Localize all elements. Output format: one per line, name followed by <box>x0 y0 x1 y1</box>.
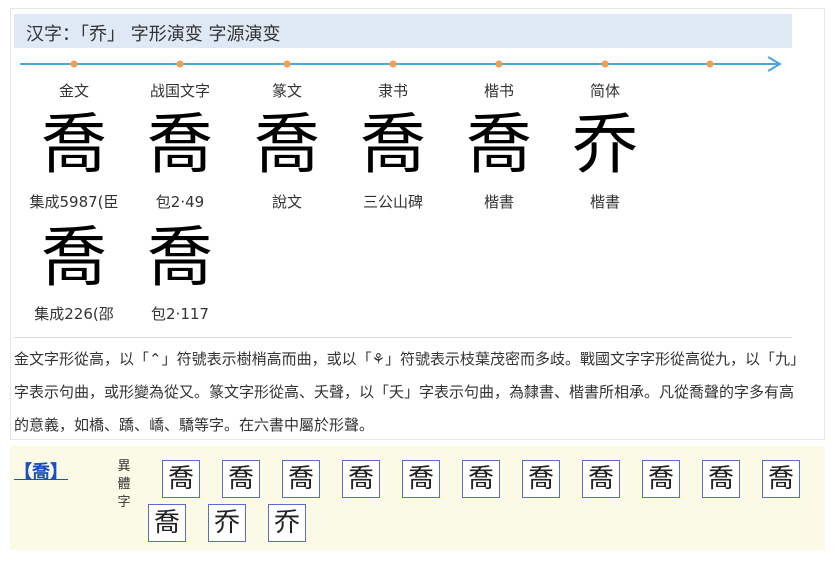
variant-char[interactable]: 喬 <box>162 460 200 498</box>
stage-label-bronze: 金文 <box>58 82 89 100</box>
variant-char[interactable]: 乔 <box>268 504 306 542</box>
title-bar: 汉字：「乔」 字形演变 字源演变 <box>14 14 792 48</box>
timeline-dot <box>495 60 503 68</box>
timeline-dot <box>70 60 78 68</box>
variant-char[interactable]: 喬 <box>148 504 186 542</box>
glyph-warring-states: 喬 <box>147 106 213 183</box>
timeline-dot <box>283 60 291 68</box>
variant-char[interactable]: 喬 <box>282 460 320 498</box>
glyph-clerical: 喬 <box>360 106 426 183</box>
etymology-description: 金文字形從高，以「⌃」符號表示樹梢高而曲，或以「⚘」符號表示枝葉茂密而多歧。戰國… <box>14 350 798 434</box>
variant-char[interactable]: 乔 <box>208 504 246 542</box>
stage-label-warring-states: 战国文字 <box>149 82 210 100</box>
variant-char[interactable]: 喬 <box>582 460 620 498</box>
variant-char[interactable]: 喬 <box>762 460 800 498</box>
caption-source: 說文 <box>271 193 302 211</box>
timeline <box>20 56 790 72</box>
stage-label-clerical: 隶书 <box>377 82 408 100</box>
variants-label: 異體字 <box>117 459 131 510</box>
variant-char[interactable]: 喬 <box>462 460 500 498</box>
stage-label-simplified: 简体 <box>589 82 620 100</box>
variant-char[interactable]: 喬 <box>402 460 440 498</box>
caption-source: 集成226(邵 <box>34 305 114 323</box>
page-title: 汉字：「乔」 字形演变 字源演变 <box>26 24 281 45</box>
glyph-regular: 喬 <box>466 106 532 183</box>
caption-source: 包2·49 <box>155 193 205 211</box>
timeline-arrow <box>20 56 782 72</box>
caption-source: 三公山碑 <box>362 193 423 211</box>
stage-label-seal: 篆文 <box>271 82 302 100</box>
stage-label-regular: 楷书 <box>483 82 514 100</box>
glyph-simplified: 乔 <box>572 106 638 183</box>
glyph-bronze-alt: 喬 <box>41 219 107 296</box>
caption-source: 集成5987(臣 <box>29 193 119 211</box>
timeline-dot <box>706 60 714 68</box>
variant-char[interactable]: 喬 <box>342 460 380 498</box>
variant-char[interactable]: 喬 <box>222 460 260 498</box>
timeline-dot <box>601 60 609 68</box>
headword-link[interactable]: 【喬】 <box>14 458 68 484</box>
caption-source: 包2·117 <box>151 305 209 323</box>
caption-source: 楷書 <box>483 193 514 211</box>
glyph-bronze: 喬 <box>41 106 107 183</box>
variant-char[interactable]: 喬 <box>642 460 680 498</box>
section-divider <box>14 337 792 338</box>
caption-source: 楷書 <box>589 193 620 211</box>
variant-characters-section: 【喬】 異體字 喬 喬 喬 喬 喬 喬 喬 喬 喬 喬 喬 喬 乔 乔 <box>10 446 825 550</box>
glyph-warring-states-alt: 喬 <box>147 219 213 296</box>
timeline-dot <box>389 60 397 68</box>
timeline-dot <box>176 60 184 68</box>
glyph-seal: 喬 <box>254 106 320 183</box>
variant-char[interactable]: 喬 <box>702 460 740 498</box>
variant-char[interactable]: 喬 <box>522 460 560 498</box>
